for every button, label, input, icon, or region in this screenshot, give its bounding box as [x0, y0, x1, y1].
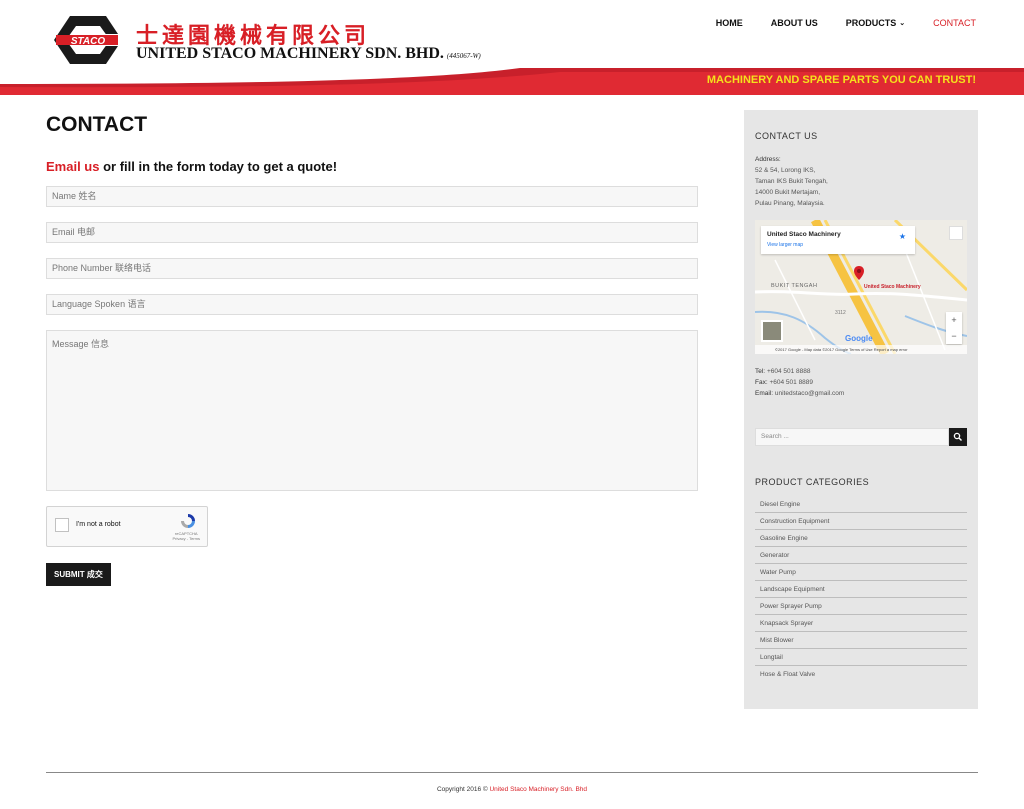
contact-main: CONTACT Email us or fill in the form tod…	[46, 110, 698, 586]
address-line: Taman IKS Bukit Tengah,	[755, 178, 828, 185]
map-info-card: United Staco Machinery View larger map ★	[761, 226, 915, 254]
footer-divider	[46, 772, 978, 773]
zoom-out-icon[interactable]: −	[946, 328, 962, 344]
category-list: Diesel Engine Construction Equipment Gas…	[755, 496, 967, 683]
search-icon	[953, 432, 962, 441]
satellite-thumbnail[interactable]	[761, 320, 783, 342]
category-item-landscape-equipment[interactable]: Landscape Equipment	[755, 581, 967, 598]
quote-line: Email us or fill in the form today to ge…	[46, 159, 698, 174]
fax-value: +604 501 8889	[769, 379, 814, 386]
email-field[interactable]: Email 电邮	[46, 222, 698, 243]
category-item-knapsack-sprayer[interactable]: Knapsack Sprayer	[755, 615, 967, 632]
category-item-power-sprayer-pump[interactable]: Power Sprayer Pump	[755, 598, 967, 615]
nav-contact[interactable]: CONTACT	[905, 17, 976, 29]
map-area-label: BUKIT TENGAH	[771, 283, 818, 289]
contact-us-title: CONTACT US	[755, 131, 818, 141]
tagline: MACHINERY AND SPARE PARTS YOU CAN TRUST!	[706, 74, 976, 86]
address-line: 52 & 54, Lorong IKS,	[755, 167, 816, 174]
product-categories-title: PRODUCT CATEGORIES	[755, 477, 870, 487]
category-item-mist-blower[interactable]: Mist Blower	[755, 632, 967, 649]
map-pin-label: United Staco Machinery	[864, 284, 921, 290]
email-us-link[interactable]: Email us	[46, 159, 99, 174]
category-item-water-pump[interactable]: Water Pump	[755, 564, 967, 581]
search-form: Search ...	[755, 428, 967, 446]
map-zoom-control[interactable]: + −	[946, 312, 962, 344]
message-field[interactable]: Message 信息	[46, 330, 698, 491]
recaptcha-label: I'm not a robot	[76, 521, 121, 528]
fax-label: Fax:	[755, 379, 768, 386]
category-item-construction-equipment[interactable]: Construction Equipment	[755, 513, 967, 530]
main-nav: HOME ABOUT US PRODUCTS ⌄ CONTACT	[688, 17, 976, 29]
tel-line: Tel: +604 501 8888	[755, 366, 967, 377]
map-road-label: 3112	[835, 310, 846, 316]
address-label: Address:	[755, 156, 781, 163]
recaptcha-brand: reCAPTCHA Privacy - Terms	[173, 531, 200, 542]
page-title: CONTACT	[46, 113, 148, 136]
recaptcha-terms[interactable]: Privacy - Terms	[173, 536, 200, 541]
address-line: Pulau Pinang, Malaysia.	[755, 200, 825, 207]
category-item-hose-float-valve[interactable]: Hose & Float Valve	[755, 666, 967, 683]
category-item-generator[interactable]: Generator	[755, 547, 967, 564]
map-footer: ©2017 Google - Map data ©2017 Google Ter…	[755, 345, 967, 354]
tel-value: +604 501 8888	[766, 368, 811, 375]
map-card-title: United Staco Machinery	[767, 231, 841, 238]
view-larger-map-link[interactable]: View larger map	[767, 242, 803, 248]
email-value: unitedstaco@gmail.com	[774, 390, 845, 397]
email-line: Email: unitedstaco@gmail.com	[755, 388, 967, 399]
google-logo: Google	[845, 334, 873, 343]
copyright-text: Copyright 2016 ©	[436, 786, 490, 793]
contact-form: Name 姓名 Email 电邮 Phone Number 联络电话 Langu…	[46, 186, 698, 586]
fax-line: Fax: +604 501 8889	[755, 377, 967, 388]
sidebar: CONTACT US Address: 52 & 54, Lorong IKS,…	[744, 110, 978, 709]
phone-field[interactable]: Phone Number 联络电话	[46, 258, 698, 279]
search-input[interactable]: Search ...	[755, 428, 949, 446]
search-button[interactable]	[949, 428, 967, 446]
recaptcha-icon	[181, 514, 195, 528]
location-map[interactable]: United Staco Machinery View larger map ★…	[755, 220, 967, 354]
category-item-longtail[interactable]: Longtail	[755, 649, 967, 666]
language-field[interactable]: Language Spoken 语言	[46, 294, 698, 315]
map-pin-icon	[854, 266, 864, 280]
pegman-icon[interactable]	[949, 226, 963, 240]
quote-line-text: or fill in the form today to get a quote…	[99, 159, 338, 174]
contact-details: Tel: +604 501 8888 Fax: +604 501 8889 Em…	[755, 366, 967, 399]
nav-about-us[interactable]: ABOUT US	[743, 17, 818, 29]
category-item-diesel-engine[interactable]: Diesel Engine	[755, 496, 967, 513]
footer-copyright: Copyright 2016 © United Staco Machinery …	[0, 786, 1024, 793]
star-icon[interactable]: ★	[899, 232, 906, 241]
address-block: Address: 52 & 54, Lorong IKS, Taman IKS …	[755, 154, 967, 209]
footer-company-link[interactable]: United Staco Machinery Sdn. Bhd	[489, 786, 587, 793]
submit-button[interactable]: SUBMIT 成交	[46, 563, 111, 586]
nav-products-label: PRODUCTS	[845, 18, 897, 28]
logo-mark-text: STACO	[71, 36, 105, 47]
nav-home[interactable]: HOME	[688, 17, 743, 29]
tel-label: Tel:	[755, 368, 766, 375]
zoom-in-icon[interactable]: +	[946, 312, 962, 328]
name-field[interactable]: Name 姓名	[46, 186, 698, 207]
recaptcha-widget: I'm not a robot reCAPTCHA Privacy - Terms	[46, 506, 208, 547]
address-line: 14000 Bukit Mertajam,	[755, 189, 821, 196]
recaptcha-checkbox[interactable]	[55, 518, 69, 532]
category-item-gasoline-engine[interactable]: Gasoline Engine	[755, 530, 967, 547]
nav-products[interactable]: PRODUCTS ⌄	[818, 17, 905, 29]
site-header: STACO 士達園機械有限公司 UNITED STACO MACHINERY S…	[0, 0, 1024, 95]
email-label: Email:	[755, 390, 774, 397]
